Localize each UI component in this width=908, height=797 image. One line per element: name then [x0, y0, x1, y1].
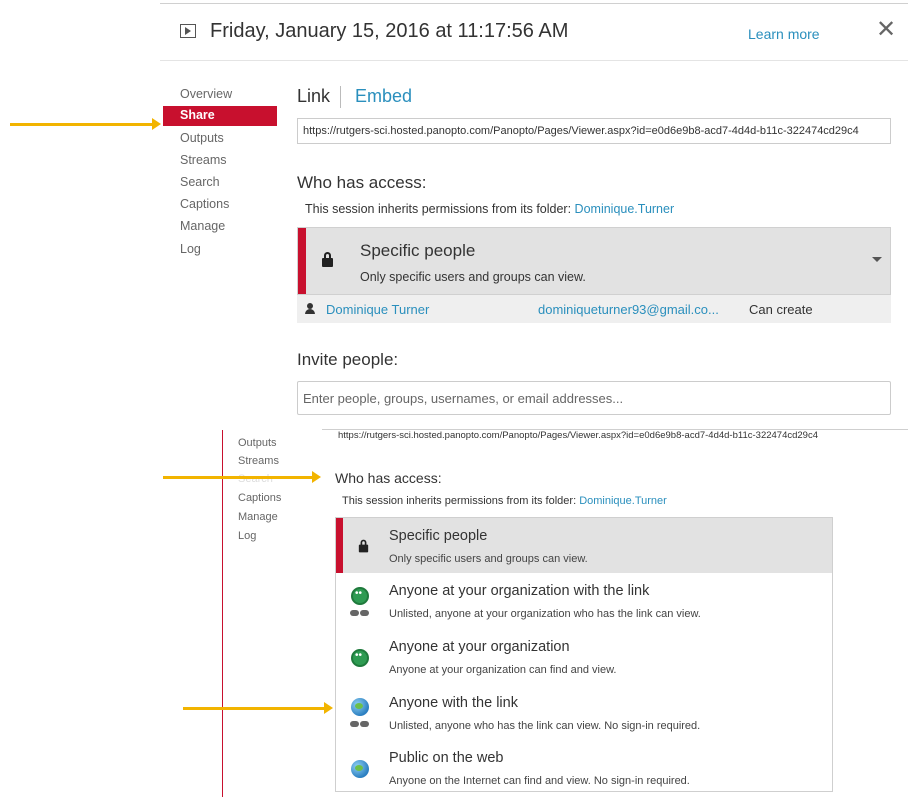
option-description: Anyone on the Internet can find and view…: [389, 775, 690, 787]
link-icon: [350, 610, 370, 616]
user-name-link[interactable]: Dominique Turner: [326, 302, 429, 317]
zoom-inherit-text: This session inherits permissions from i…: [342, 495, 667, 507]
invite-people-heading: Invite people:: [297, 350, 399, 369]
option-description: Unlisted, anyone who has the link can vi…: [389, 720, 701, 732]
zoom-sidebar-item-captions[interactable]: Captions: [238, 492, 281, 504]
access-description: Only specific users and groups can view.: [360, 270, 586, 284]
user-role[interactable]: Can create: [749, 302, 813, 317]
globe-icon: [351, 760, 369, 778]
sidebar-item-share[interactable]: Share: [163, 106, 277, 126]
option-title: Public on the web: [389, 750, 504, 766]
person-icon: [305, 303, 315, 314]
close-icon[interactable]: ✕: [876, 18, 896, 42]
sidebar-item-overview[interactable]: Overview: [180, 87, 232, 101]
sidebar-item-log[interactable]: Log: [180, 242, 201, 256]
option-description: Only specific users and groups can view.: [389, 553, 588, 565]
option-title: Anyone at your organization: [389, 639, 570, 655]
zoom-inherit-prefix: This session inherits permissions from i…: [342, 495, 577, 507]
access-title: Specific people: [360, 241, 476, 260]
zoom-sidebar-item-search[interactable]: Search: [238, 473, 273, 485]
learn-more-link[interactable]: Learn more: [748, 26, 820, 42]
option-org-with-link[interactable]: Anyone at your organization with the lin…: [336, 573, 832, 629]
sidebar-item-streams[interactable]: Streams: [180, 153, 227, 167]
option-description: Unlisted, anyone at your organization wh…: [389, 608, 701, 620]
zoom-who-has-access-heading: Who has access:: [335, 470, 442, 486]
inherit-prefix: This session inherits permissions from i…: [305, 202, 572, 216]
invite-input[interactable]: Enter people, groups, usernames, or emai…: [297, 381, 891, 415]
group-icon: [351, 587, 369, 605]
user-permission-row: Dominique Turner dominiqueturner93@gmail…: [297, 295, 891, 323]
option-description: Anyone at your organization can find and…: [389, 664, 617, 676]
zoom-sidebar-item-outputs[interactable]: Outputs: [238, 437, 277, 449]
option-anyone-with-link[interactable]: Anyone with the link Unlisted, anyone wh…: [336, 684, 832, 740]
group-icon: [351, 649, 369, 667]
access-options-list: Specific people Only specific users and …: [335, 517, 833, 792]
globe-icon: [351, 698, 369, 716]
option-selected-bar: [336, 518, 343, 573]
link-icon: [350, 721, 370, 727]
annotation-arrow-who-has-access: [163, 471, 321, 483]
access-accent-bar: [298, 228, 306, 294]
sidebar-item-captions[interactable]: Captions: [180, 197, 229, 211]
header-divider: [160, 60, 908, 61]
zoom-sidebar-item-manage[interactable]: Manage: [238, 511, 278, 523]
who-has-access-heading: Who has access:: [297, 173, 427, 192]
zoom-sidebar-edge: [222, 430, 223, 797]
session-title: Friday, January 15, 2016 at 11:17:56 AM: [210, 20, 569, 42]
option-public-web[interactable]: Public on the web Anyone on the Internet…: [336, 740, 832, 792]
annotation-arrow-anyone-with-link: [183, 702, 333, 714]
sidebar-item-outputs[interactable]: Outputs: [180, 131, 224, 145]
play-icon: [180, 24, 196, 38]
tab-embed[interactable]: Embed: [355, 86, 412, 107]
option-title: Specific people: [389, 528, 488, 544]
tab-divider: [340, 86, 341, 108]
lock-icon: [358, 539, 369, 553]
zoom-sidebar-item-streams[interactable]: Streams: [238, 455, 279, 467]
zoom-sidebar-item-log[interactable]: Log: [238, 530, 256, 542]
lock-icon: [322, 252, 333, 267]
panel-top-border: [160, 3, 908, 4]
sidebar-item-search[interactable]: Search: [180, 175, 220, 189]
zoom-folder-link[interactable]: Dominique.Turner: [579, 495, 667, 507]
option-org[interactable]: Anyone at your organization Anyone at yo…: [336, 629, 832, 684]
sidebar-item-manage[interactable]: Manage: [180, 219, 225, 233]
zoom-share-url[interactable]: https://rutgers-sci.hosted.panopto.com/P…: [338, 430, 818, 441]
tab-link[interactable]: Link: [297, 86, 330, 107]
share-url-field[interactable]: https://rutgers-sci.hosted.panopto.com/P…: [297, 118, 891, 144]
option-title: Anyone with the link: [389, 695, 518, 711]
user-email-link[interactable]: dominiqueturner93@gmail.co...: [538, 302, 719, 317]
access-level-dropdown[interactable]: Specific people Only specific users and …: [297, 227, 891, 295]
folder-link[interactable]: Dominique.Turner: [575, 202, 675, 216]
inherit-text: This session inherits permissions from i…: [305, 202, 674, 216]
chevron-down-icon[interactable]: [872, 257, 882, 262]
annotation-arrow-share: [10, 118, 161, 130]
option-title: Anyone at your organization with the lin…: [389, 583, 650, 599]
option-specific-people[interactable]: Specific people Only specific users and …: [336, 518, 832, 573]
